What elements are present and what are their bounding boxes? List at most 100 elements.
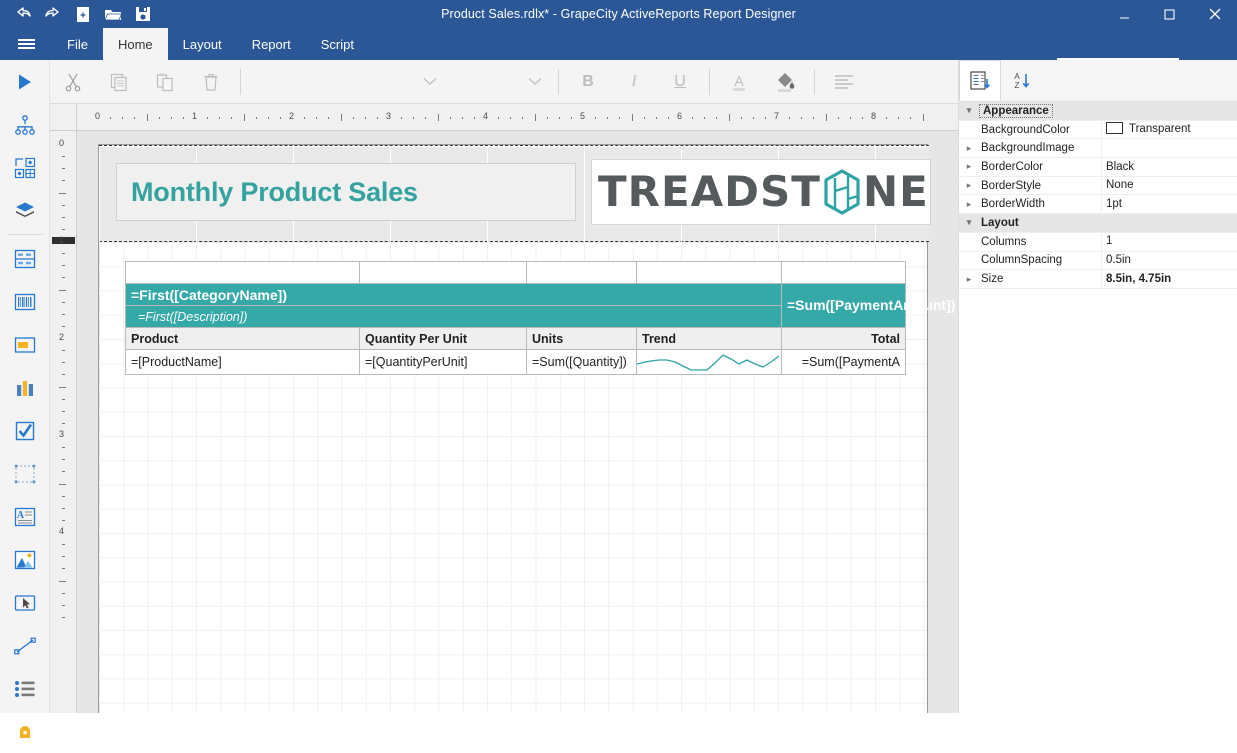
column-header-total[interactable]: Total bbox=[781, 327, 906, 350]
cell-blank-4[interactable] bbox=[636, 261, 782, 284]
tab-file[interactable]: File bbox=[52, 28, 103, 60]
paste-button[interactable] bbox=[142, 60, 188, 103]
chart-tool[interactable] bbox=[0, 366, 50, 409]
column-header-trend[interactable]: Trend bbox=[636, 327, 782, 350]
property-value[interactable]: 1pt bbox=[1101, 194, 1237, 214]
cell-description-expression[interactable]: =First([Description]) bbox=[125, 305, 782, 328]
property-row-borderwidth[interactable]: ▸ BorderWidth 1pt bbox=[959, 194, 1237, 215]
cell-group-total-expression[interactable]: =Sum([PaymentAmount]) bbox=[781, 283, 955, 328]
fill-color-button[interactable] bbox=[762, 60, 808, 103]
chevron-down-icon[interactable]: ▾ bbox=[959, 105, 979, 116]
align-button[interactable] bbox=[821, 60, 867, 103]
copy-button[interactable] bbox=[96, 60, 142, 103]
properties-grid[interactable]: ▾ Appearance BackgroundColor Transparent… bbox=[959, 102, 1237, 289]
cell-trend-sparkline[interactable] bbox=[636, 349, 782, 375]
bold-button[interactable]: B bbox=[565, 60, 611, 103]
cell-product-name[interactable]: =[ProductName] bbox=[125, 349, 360, 375]
italic-button[interactable]: I bbox=[611, 60, 657, 103]
property-row-columns[interactable]: Columns 1 bbox=[959, 232, 1237, 252]
checkbox-tool[interactable] bbox=[0, 409, 50, 452]
open-folder-icon[interactable] bbox=[98, 0, 128, 28]
report-table[interactable]: =First([CategoryName]) =Sum([PaymentAmou… bbox=[125, 261, 955, 375]
chevron-right-icon[interactable]: ▸ bbox=[959, 274, 979, 285]
font-family-combo[interactable] bbox=[247, 69, 447, 95]
close-button[interactable] bbox=[1192, 0, 1237, 28]
minimize-button[interactable] bbox=[1102, 0, 1147, 28]
column-header-quantity-per-unit[interactable]: Quantity Per Unit bbox=[359, 327, 527, 350]
report-header-band[interactable]: Monthly Product Sales TREADST NE bbox=[99, 145, 931, 242]
property-row-borderstyle[interactable]: ▸ BorderStyle None bbox=[959, 176, 1237, 196]
container-tool[interactable] bbox=[0, 452, 50, 495]
layers-tool[interactable] bbox=[0, 189, 50, 232]
property-value[interactable]: Black bbox=[1101, 157, 1237, 177]
color-swatch[interactable] bbox=[1106, 122, 1123, 135]
shape-tool[interactable] bbox=[0, 710, 50, 753]
tab-report[interactable]: Report bbox=[237, 28, 306, 60]
canvas-viewport[interactable]: Monthly Product Sales TREADST NE =First(… bbox=[77, 131, 958, 713]
pointer-tool[interactable] bbox=[0, 581, 50, 624]
ruler-tick bbox=[898, 117, 900, 119]
layout-tool[interactable] bbox=[0, 146, 50, 189]
ruler-tick bbox=[62, 180, 65, 182]
font-color-button[interactable]: A bbox=[716, 60, 762, 103]
report-logo-image[interactable]: TREADST NE bbox=[591, 159, 931, 225]
underline-button[interactable]: U bbox=[657, 60, 703, 103]
report-title-textbox[interactable]: Monthly Product Sales bbox=[116, 163, 576, 221]
ruler-tick bbox=[558, 117, 560, 119]
cell-total[interactable]: =Sum([PaymentA bbox=[781, 349, 906, 375]
redo-icon[interactable] bbox=[38, 0, 68, 28]
tab-script[interactable]: Script bbox=[306, 28, 369, 60]
table-tool[interactable] bbox=[0, 237, 50, 280]
chevron-right-icon[interactable]: ▸ bbox=[959, 143, 979, 154]
categorized-button[interactable] bbox=[959, 60, 1001, 101]
tab-home[interactable]: Home bbox=[102, 28, 168, 60]
property-value[interactable]: 1 bbox=[1101, 232, 1237, 251]
property-row-backgroundcolor[interactable]: BackgroundColor Transparent bbox=[959, 120, 1237, 140]
font-size-combo[interactable] bbox=[447, 69, 552, 95]
property-group-appearance[interactable]: ▾ Appearance bbox=[959, 102, 1237, 121]
column-header-product[interactable]: Product bbox=[125, 327, 360, 350]
save-icon[interactable] bbox=[128, 0, 158, 28]
ruler-tick bbox=[461, 117, 463, 119]
delete-button[interactable] bbox=[188, 60, 234, 103]
run-preview-tool[interactable] bbox=[0, 60, 50, 103]
cell-blank-3[interactable] bbox=[526, 261, 637, 284]
property-value[interactable] bbox=[1101, 138, 1237, 158]
property-value[interactable]: 0.5in bbox=[1101, 251, 1237, 270]
property-value[interactable]: Transparent bbox=[1101, 120, 1237, 139]
property-row-backgroundimage[interactable]: ▸ BackgroundImage bbox=[959, 138, 1237, 159]
cell-units[interactable]: =Sum([Quantity]) bbox=[526, 349, 637, 375]
property-group-layout[interactable]: ▾ Layout bbox=[959, 214, 1237, 233]
property-value[interactable]: 8.5in, 4.75in bbox=[1101, 269, 1237, 289]
image-tool[interactable] bbox=[0, 538, 50, 581]
property-value[interactable]: None bbox=[1101, 176, 1237, 195]
column-header-units[interactable]: Units bbox=[526, 327, 637, 350]
cell-blank-5[interactable] bbox=[781, 261, 906, 284]
tab-layout[interactable]: Layout bbox=[168, 28, 237, 60]
list-tool[interactable] bbox=[0, 667, 50, 710]
line-tool[interactable] bbox=[0, 624, 50, 667]
textbox-tool[interactable]: A bbox=[0, 495, 50, 538]
report-page[interactable]: Monthly Product Sales TREADST NE =First(… bbox=[98, 144, 955, 713]
cell-category-expression[interactable]: =First([CategoryName]) bbox=[125, 283, 782, 306]
chevron-right-icon[interactable]: ▸ bbox=[959, 199, 979, 210]
property-row-bordercolor[interactable]: ▸ BorderColor Black bbox=[959, 157, 1237, 177]
chevron-right-icon[interactable]: ▸ bbox=[959, 180, 979, 191]
bandedlist-tool[interactable] bbox=[0, 323, 50, 366]
cell-blank-2[interactable] bbox=[359, 261, 527, 284]
chevron-down-icon[interactable]: ▾ bbox=[959, 217, 979, 228]
new-file-icon[interactable] bbox=[68, 0, 98, 28]
property-row-size[interactable]: ▸ Size 8.5in, 4.75in bbox=[959, 269, 1237, 289]
maximize-button[interactable] bbox=[1147, 0, 1192, 28]
hamburger-menu-icon[interactable] bbox=[6, 28, 46, 60]
hierarchy-tool[interactable] bbox=[0, 103, 50, 146]
alphabetical-button[interactable]: AZ bbox=[1001, 60, 1043, 101]
undo-icon[interactable] bbox=[8, 0, 38, 28]
cut-button[interactable] bbox=[50, 60, 96, 103]
cell-blank-1[interactable] bbox=[125, 261, 360, 284]
barcode-tool[interactable] bbox=[0, 280, 50, 323]
chevron-right-icon[interactable]: ▸ bbox=[959, 161, 979, 172]
property-row-columnspacing[interactable]: ColumnSpacing 0.5in bbox=[959, 251, 1237, 271]
report-design-surface[interactable]: 0 1 2 3 4 5 6 7 8 0 1 2 3 4 Monthly Product Sales TR… bbox=[50, 104, 958, 713]
cell-quantity-per-unit[interactable]: =[QuantityPerUnit] bbox=[359, 349, 527, 375]
